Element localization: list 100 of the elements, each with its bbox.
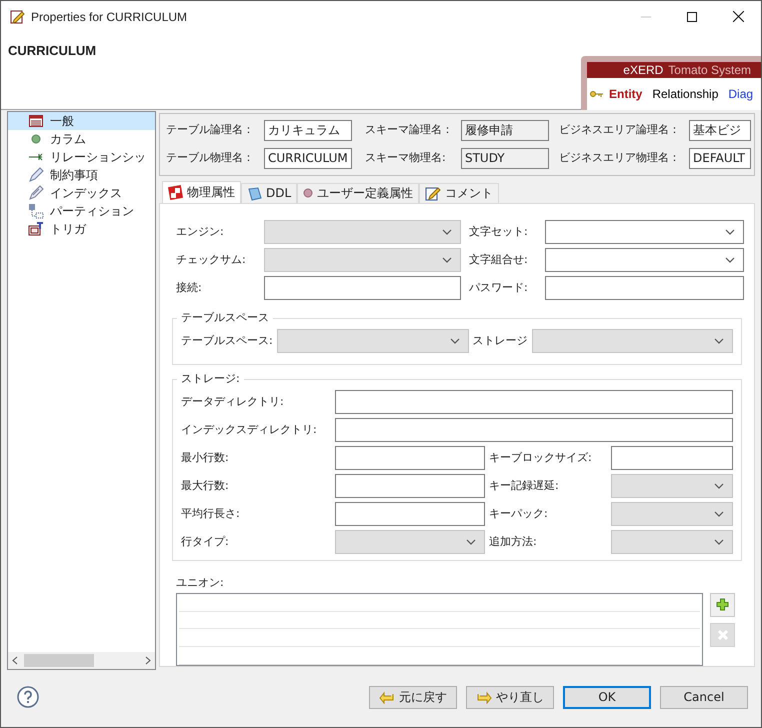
tree-item[interactable]: 一般 — [8, 112, 155, 130]
dialog-button[interactable]: やり直し — [466, 686, 554, 708]
pencil-icon — [28, 167, 44, 183]
field-label: 文字組合せ: — [468, 252, 529, 268]
brand-name: eXERD — [623, 62, 664, 79]
field-value: CURRICULUM — [268, 150, 348, 168]
table-icon — [29, 115, 43, 127]
field-label: スキーマ論理名： — [364, 122, 454, 138]
tree-item-label: インデックス — [50, 185, 122, 202]
dropdown[interactable] — [545, 220, 744, 244]
chevron-down-icon — [466, 538, 476, 545]
banner-tab[interactable]: Diag — [728, 85, 754, 103]
brand-subtitle: Tomato System — [668, 62, 751, 79]
field-label: 最小行数: — [181, 450, 230, 466]
field-label: 接続: — [175, 280, 203, 296]
input-field[interactable]: CURRICULUM — [264, 148, 352, 169]
tree-item[interactable]: カラム — [8, 130, 155, 148]
relation-line-icon — [29, 152, 43, 162]
tree-item[interactable]: リレーションシッ — [8, 148, 155, 166]
dialog-button[interactable]: OK — [563, 686, 651, 708]
tree-item-label: トリガ — [50, 221, 86, 238]
add-button[interactable] — [710, 592, 735, 617]
union-table[interactable] — [176, 592, 703, 666]
field-label: 最大行数: — [181, 478, 230, 494]
tree-item[interactable]: インデックス — [8, 184, 155, 202]
union-label: ユニオン: — [176, 574, 225, 589]
banner-tab[interactable]: Entity — [590, 85, 642, 103]
field-label: テーブル論理名： — [166, 122, 255, 138]
input-field[interactable] — [335, 390, 733, 414]
tab[interactable]: DDL — [241, 182, 298, 203]
input-field[interactable] — [611, 446, 733, 470]
field-value: DEFAULT — [693, 150, 745, 168]
scroll-icon — [247, 186, 262, 201]
tree-item-label: カラム — [50, 131, 86, 148]
chevron-down-icon — [725, 256, 735, 263]
edit-document-icon — [10, 8, 26, 24]
input-field[interactable] — [335, 446, 485, 470]
banner-tab[interactable]: Relationship — [652, 85, 718, 103]
field-label: テーブル物理名： — [166, 150, 255, 166]
note-pencil-icon — [425, 186, 442, 201]
field-label: キーパック: — [489, 506, 549, 522]
key-icon — [590, 90, 604, 98]
scroll-left-icon[interactable] — [12, 656, 18, 665]
field-label: 行タイプ: — [181, 534, 230, 550]
help-icon[interactable] — [17, 686, 39, 708]
checker-icon — [168, 184, 183, 200]
field-label: データディレクトリ: — [181, 394, 285, 410]
tree-item[interactable]: トリガ — [8, 220, 155, 238]
chevron-down-icon — [714, 510, 724, 517]
undo-arrow-icon — [379, 690, 395, 704]
field-value: 基本ビジ — [693, 122, 741, 140]
field-label: ビジネスエリア物理名： — [559, 150, 681, 166]
tree-item-label: リレーションシッ — [50, 149, 146, 166]
chevron-down-icon — [442, 256, 452, 263]
field-label: 追加方法: — [489, 534, 538, 550]
tree-item-label: 制約事項 — [50, 167, 98, 184]
trigger-icon — [28, 222, 44, 236]
field-label: テーブルスペース: — [181, 333, 273, 350]
plus-icon — [716, 598, 729, 612]
partition-icon — [28, 203, 44, 219]
input-field[interactable]: カリキュラム — [264, 120, 352, 141]
field-label: キーブロックサイズ: — [489, 450, 593, 466]
field-label: 平均行長さ: — [181, 506, 241, 522]
dropdown[interactable] — [545, 248, 744, 272]
dot-icon — [303, 188, 314, 198]
dialog-button[interactable]: 元に戻す — [369, 686, 457, 708]
tree-item-label: パーティション — [50, 203, 134, 220]
input-field[interactable] — [335, 418, 733, 442]
pencil-icon — [28, 185, 44, 201]
tab[interactable]: 物理属性 — [162, 180, 241, 203]
field-label: スキーマ物理名: — [364, 150, 447, 166]
input-field[interactable] — [264, 276, 461, 300]
chevron-down-icon — [450, 338, 460, 344]
page-title: CURRICULUM — [8, 42, 96, 57]
scroll-right-icon[interactable] — [145, 656, 151, 665]
input-field[interactable]: DEFAULT — [689, 148, 751, 169]
field-label: 文字セット: — [468, 224, 529, 240]
tree-item[interactable]: パーティション — [8, 202, 155, 220]
input-field[interactable] — [335, 474, 485, 498]
field-value: STUDY — [464, 150, 505, 168]
tab[interactable]: コメント — [419, 182, 500, 203]
maximize-icon — [687, 12, 697, 22]
tree-item[interactable]: 制約事項 — [8, 166, 155, 184]
field-label: ストレージ — [472, 333, 528, 350]
chevron-down-icon — [725, 228, 735, 235]
field-value: カリキュラム — [268, 122, 340, 140]
input-field[interactable]: 基本ビジ — [689, 120, 751, 141]
tab[interactable]: ユーザー定義属性 — [297, 182, 420, 203]
input-field[interactable] — [545, 276, 744, 300]
field-label: キー記録遅延: — [489, 478, 560, 494]
chevron-down-icon — [714, 538, 724, 545]
input-field[interactable] — [335, 502, 485, 526]
chevron-down-icon — [442, 228, 452, 235]
redo-arrow-icon — [476, 690, 492, 704]
horizontal-scrollbar[interactable] — [8, 652, 155, 669]
field-label: インデックスディレクトリ: — [181, 422, 318, 438]
dialog-button[interactable]: Cancel — [660, 686, 748, 708]
field-label: ビジネスエリア論理名： — [559, 122, 681, 138]
window-title: Properties for CURRICULUM — [31, 8, 188, 26]
tree-item-label: 一般 — [50, 113, 74, 130]
